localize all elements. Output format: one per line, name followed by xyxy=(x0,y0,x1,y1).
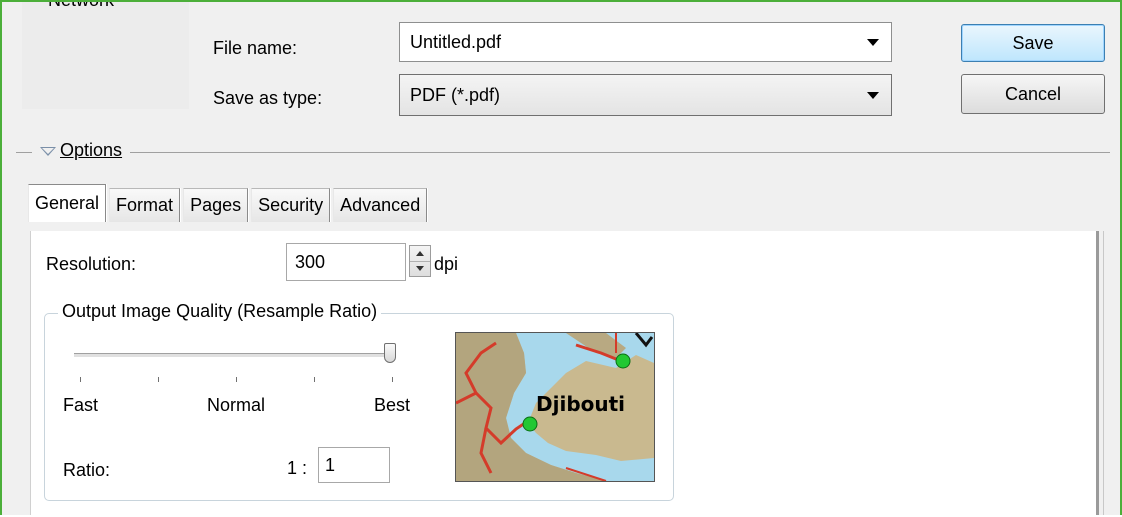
file-name-value: Untitled.pdf xyxy=(410,31,502,52)
triangle-down-icon[interactable] xyxy=(40,147,56,156)
resolution-input[interactable]: 300 xyxy=(286,243,406,281)
ratio-label: Ratio: xyxy=(63,460,111,480)
options-label: Options xyxy=(60,140,123,160)
slider-label-fast: Fast xyxy=(63,395,99,415)
spinner-down-button[interactable] xyxy=(410,260,430,277)
slider-tick xyxy=(392,377,393,382)
quality-preview-map: Djibouti xyxy=(455,332,655,482)
resolution-unit: dpi xyxy=(434,254,459,274)
resolution-value: 300 xyxy=(295,251,326,272)
slider-tick xyxy=(314,377,315,382)
options-divider xyxy=(16,152,1110,153)
map-city-label: Djibouti xyxy=(536,392,625,416)
spinner-up-button[interactable] xyxy=(410,246,430,261)
save-button[interactable]: Save xyxy=(961,24,1105,62)
nav-item-network[interactable]: Network xyxy=(48,2,114,11)
tab-security[interactable]: Security xyxy=(251,188,331,222)
save-as-type-value: PDF (*.pdf) xyxy=(410,84,501,105)
options-tabs: General Format Pages Security Advanced xyxy=(28,184,430,222)
ratio-input[interactable]: 1 xyxy=(318,447,390,483)
file-name-combo[interactable]: Untitled.pdf xyxy=(399,22,892,62)
slider-label-normal: Normal xyxy=(207,395,266,415)
panel-scrollbar-edge xyxy=(1096,231,1099,515)
quality-slider-thumb[interactable] xyxy=(384,343,396,363)
output-quality-title: Output Image Quality (Resample Ratio) xyxy=(58,301,382,322)
file-name-label: File name: xyxy=(213,38,298,58)
spinner-arrows-icon[interactable] xyxy=(409,245,431,277)
cancel-button[interactable]: Cancel xyxy=(961,74,1105,114)
chevron-down-icon xyxy=(416,266,424,272)
chevron-down-icon[interactable] xyxy=(867,92,879,99)
slider-tick xyxy=(158,377,159,382)
save-dialog: Network File name: Untitled.pdf Save as … xyxy=(0,0,1122,515)
quality-slider-track[interactable] xyxy=(74,353,394,358)
options-toggle[interactable]: Options xyxy=(32,140,131,161)
save-as-type-combo[interactable]: PDF (*.pdf) xyxy=(399,74,892,116)
chevron-up-icon xyxy=(416,250,424,256)
navigation-pane[interactable] xyxy=(22,2,189,109)
chevron-down-icon[interactable] xyxy=(867,39,879,46)
slider-tick xyxy=(236,377,237,382)
resolution-label: Resolution: xyxy=(46,254,137,274)
tab-advanced[interactable]: Advanced xyxy=(333,188,428,222)
tab-general[interactable]: General xyxy=(28,184,107,222)
slider-label-best: Best xyxy=(374,395,411,415)
tab-format[interactable]: Format xyxy=(109,188,181,222)
ratio-value: 1 xyxy=(325,454,336,475)
save-as-type-label: Save as type: xyxy=(213,88,323,108)
tab-pages[interactable]: Pages xyxy=(183,188,249,222)
preview-map-image: Djibouti xyxy=(456,333,654,481)
slider-tick xyxy=(80,377,81,382)
ratio-prefix: 1 : xyxy=(287,458,308,478)
